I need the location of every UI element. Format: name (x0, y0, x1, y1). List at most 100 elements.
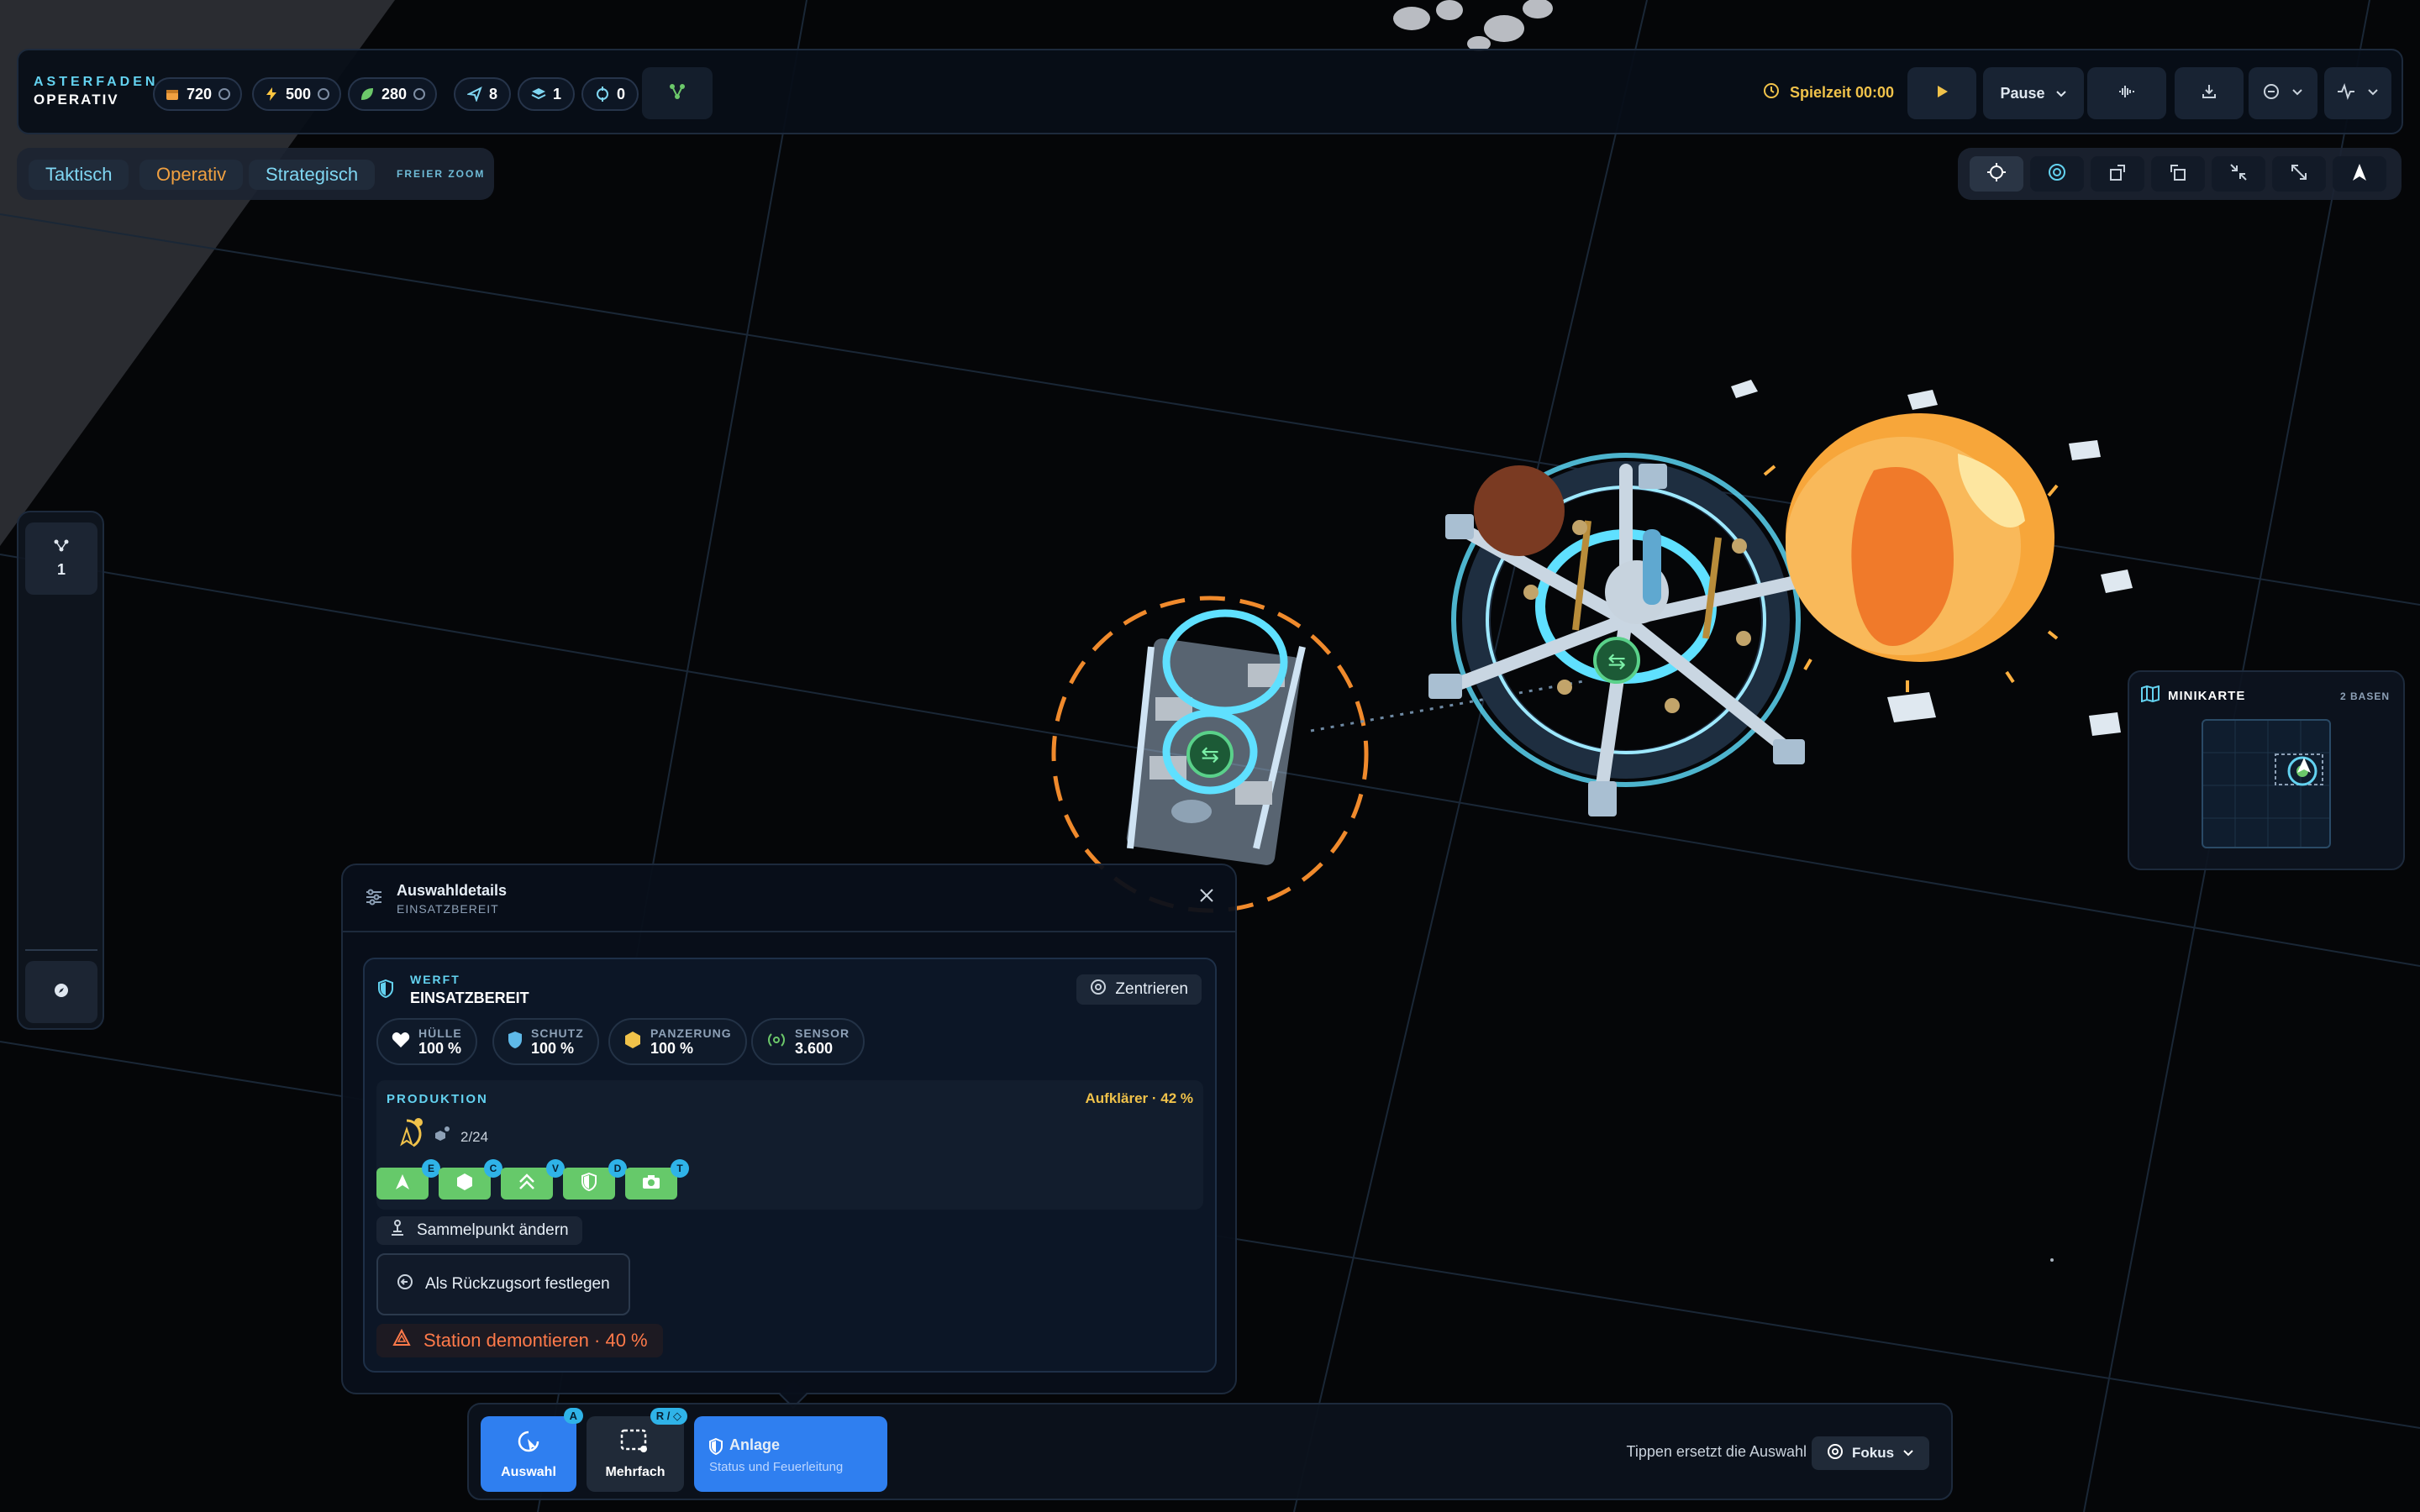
plus-icon (413, 88, 426, 100)
audio-button[interactable] (2087, 67, 2166, 119)
network-button[interactable] (642, 67, 713, 119)
network-icon (668, 82, 687, 105)
shield-icon (378, 979, 393, 1002)
stat-label: SCHUTZ (531, 1026, 584, 1040)
bottom-toolbar: Auswahl A Mehrfach R / ◇ Anlage Status u… (467, 1403, 1953, 1500)
chevrons-up-icon (518, 1173, 536, 1195)
counter-units[interactable]: 8 (454, 77, 512, 111)
zoom-in-button[interactable] (2212, 156, 2265, 192)
zoom-out-button[interactable] (2272, 156, 2326, 192)
center-button[interactable]: Zentrieren (1076, 974, 1202, 1005)
build-hexagon-button[interactable]: C (439, 1159, 502, 1200)
navigate-button[interactable] (2333, 156, 2386, 192)
counter-targets[interactable]: 0 (581, 77, 639, 111)
pulse-icon (2337, 82, 2355, 104)
scout-icon (393, 1173, 412, 1195)
half-shield-icon (581, 1172, 597, 1195)
camera-icon (641, 1173, 661, 1194)
view-toolbar (1958, 148, 2402, 200)
selection-hint: Tippen ersetzt die Auswahl (1626, 1443, 1807, 1460)
svg-text:⇆: ⇆ (1607, 649, 1626, 675)
build-upgrade-button[interactable]: V (501, 1159, 565, 1200)
chevron-down-icon (1902, 1445, 1914, 1462)
multi-select-button[interactable]: Mehrfach R / ◇ (587, 1408, 687, 1492)
collapse-icon (2228, 162, 2249, 186)
plus-icon (218, 88, 231, 100)
crosshair-button[interactable] (1970, 156, 2023, 192)
plus-icon (318, 88, 330, 100)
rotate-left-button[interactable] (2091, 156, 2144, 192)
minimap-view[interactable] (2202, 719, 2331, 848)
svg-text:⇆: ⇆ (1201, 743, 1219, 768)
select-tool-button[interactable]: Auswahl A (481, 1408, 583, 1492)
demolish-button[interactable]: Station demontieren · 40 % (376, 1324, 663, 1357)
tab-taktisch[interactable]: Taktisch (29, 160, 129, 190)
stat-value: 3.600 (795, 1039, 834, 1057)
speed-label: Pause (2000, 84, 2045, 102)
compass-button[interactable] (25, 961, 97, 1023)
orbit-button[interactable] (2030, 156, 2084, 192)
tab-operativ[interactable]: Operativ (139, 160, 244, 190)
target-icon (595, 87, 610, 102)
rally-icon (390, 1220, 405, 1242)
divider (343, 931, 1235, 932)
compass-icon (53, 982, 70, 1003)
stat-hull: HÜLLE 100 % (376, 1018, 477, 1065)
rally-point-button[interactable]: Sammelpunkt ändern (376, 1216, 582, 1245)
chevron-down-icon (2055, 85, 2067, 102)
group-icon (53, 538, 70, 556)
build-scout-button[interactable]: E (376, 1159, 440, 1200)
zoom-level-bar: Taktisch Operativ Strategisch FREIER ZOO… (17, 148, 494, 200)
build-recon-button[interactable]: T (625, 1159, 689, 1200)
stats-menu[interactable] (2324, 67, 2391, 119)
stat-armor: PANZERUNG 100 % (608, 1018, 747, 1065)
production-panel: PRODUKTION Aufklärer · 42 % 2/24 E C V D (376, 1080, 1203, 1210)
build-defender-button[interactable]: D (563, 1159, 627, 1200)
recycle-icon (392, 1328, 412, 1352)
stat-label: HÜLLE (418, 1026, 462, 1040)
speed-select[interactable]: Pause (1983, 67, 2084, 119)
stat-value: 100 % (418, 1039, 462, 1057)
focus-label: Fokus (1851, 1445, 1895, 1461)
resource-energy[interactable]: 500 (252, 77, 342, 111)
brand-title: ASTERFADEN (34, 75, 159, 89)
hotkey-badge: V (546, 1159, 565, 1178)
stat-value: 100 % (650, 1039, 694, 1057)
divider (25, 949, 97, 951)
leaf-icon (360, 87, 375, 102)
mode-anlage-button[interactable]: Anlage Status und Feuerleitung (694, 1416, 887, 1492)
rotate-right-icon (2168, 162, 2188, 186)
free-zoom-label[interactable]: FREIER ZOOM (397, 168, 485, 180)
demolish-label: Station demontieren · 40 % (424, 1330, 648, 1351)
queue-icon (434, 1126, 450, 1150)
close-button[interactable] (1195, 885, 1218, 909)
focus-select[interactable]: Fokus (1812, 1436, 1929, 1470)
control-group-1[interactable]: 1 (25, 522, 97, 595)
counter-layers[interactable]: 1 (518, 77, 576, 111)
chevron-down-icon (2291, 86, 2303, 101)
unit-type: WERFT (410, 973, 460, 986)
hotkey-badge: A (563, 1408, 583, 1424)
chevron-down-icon (2367, 86, 2379, 101)
production-progress-label: Aufklärer · 42 % (1085, 1090, 1194, 1106)
resource-crates[interactable]: 720 (153, 77, 243, 111)
top-bar: ASTERFADEN OPERATIV 720 500 280 8 1 0 Sp… (17, 49, 2403, 134)
rally-label: Sammelpunkt ändern (417, 1221, 569, 1239)
orbit-icon (2047, 162, 2067, 186)
crate-icon (165, 87, 180, 102)
unit-status: EINSATZBEREIT (410, 990, 529, 1006)
rotate-right-button[interactable] (2151, 156, 2205, 192)
zoom-menu[interactable] (2249, 67, 2317, 119)
stat-shield: SCHUTZ 100 % (492, 1018, 599, 1065)
tab-strategisch[interactable]: Strategisch (249, 160, 376, 190)
export-button[interactable] (2175, 67, 2244, 119)
hotkey-badge: R / ◇ (650, 1408, 687, 1425)
sliders-icon (365, 889, 383, 910)
zoom-out-icon (2263, 83, 2280, 104)
retreat-point-button[interactable]: Als Rückzugsort festlegen (376, 1253, 630, 1315)
navigation-arrow-icon (2349, 162, 2370, 186)
resource-bio[interactable]: 280 (348, 77, 438, 111)
select-cursor-icon (516, 1429, 541, 1458)
minimap-title: MINIKARTE (2168, 689, 2246, 703)
play-button[interactable] (1907, 67, 1976, 119)
